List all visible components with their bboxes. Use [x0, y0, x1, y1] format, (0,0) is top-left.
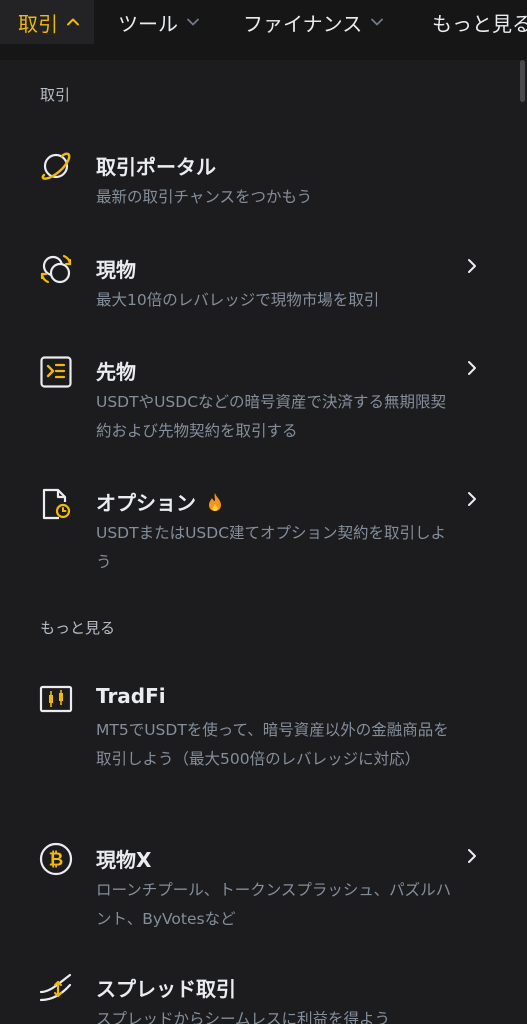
nav-item-tools[interactable]: ツール: [118, 0, 200, 44]
chevron-down-icon: [370, 15, 384, 29]
bitcoin-icon: ₿: [38, 841, 74, 877]
nav-item-label: ファイナンス: [243, 11, 363, 36]
menu-item-title: スプレッド取引: [96, 977, 236, 1001]
menu-item-title: 先物: [96, 360, 136, 384]
chevron-right-icon: [464, 258, 480, 274]
candlestick-icon: [38, 681, 74, 717]
spread-icon: [38, 970, 74, 1006]
menu-item-title: 取引ポータル: [96, 155, 216, 179]
menu-item-title: 現物: [96, 258, 136, 282]
menu-item-desc: 最大10倍のレバレッジで現物市場を取引: [96, 291, 380, 309]
menu-item-desc: 最新の取引チャンスをつかもう: [96, 188, 313, 206]
top-navigation: 取引 ツール ファイナンス もっと見る: [0, 0, 527, 60]
menu-item-title: 現物X: [96, 848, 152, 872]
chevron-right-icon: [464, 848, 480, 864]
nav-item-finance[interactable]: ファイナンス: [243, 0, 384, 44]
menu-item-title: オプション: [96, 487, 224, 516]
planet-icon: [38, 148, 74, 184]
nav-item-trade[interactable]: 取引: [0, 0, 94, 44]
section-title-trade: 取引: [40, 86, 71, 104]
menu-item-desc: USDTやUSDCなどの暗号資産で決済する無期限契約および先物契約を取引する: [96, 393, 447, 440]
scrollbar[interactable]: [520, 60, 525, 102]
menu-item-title-text: オプション: [96, 491, 196, 515]
spot-exchange-icon: [38, 251, 74, 287]
menu-item-trade-portal[interactable]: 取引ポータル 最新の取引チャンスをつかもう: [0, 151, 527, 211]
menu-item-spot[interactable]: 現物 最大10倍のレバレッジで現物市場を取引: [0, 254, 527, 314]
futures-icon: [38, 354, 74, 390]
menu-item-options[interactable]: オプション USDTまたはUSDC建てオプション契約を取引しよう: [0, 487, 527, 577]
menu-item-desc: MT5でUSDTを使って、暗号資産以外の金融商品を取引しよう（最大500倍のレバ…: [96, 721, 449, 768]
chevron-right-icon: [464, 491, 480, 507]
chevron-up-icon: [66, 15, 80, 29]
nav-item-label: もっと見る: [432, 11, 527, 36]
menu-item-desc: ローンチプール、トークンスプラッシュ、パズルハント、ByVotesなど: [96, 881, 452, 928]
options-icon: [38, 486, 74, 522]
menu-item-spread-trading[interactable]: スプレッド取引 スプレッドからシームレスに利益を得よう: [0, 973, 527, 1024]
menu-item-futures[interactable]: 先物 USDTやUSDCなどの暗号資産で決済する無期限契約および先物契約を取引す…: [0, 356, 527, 446]
svg-text:₿: ₿: [49, 850, 64, 871]
chevron-down-icon: [186, 15, 200, 29]
menu-item-desc: USDTまたはUSDC建てオプション契約を取引しよう: [96, 524, 447, 571]
nav-item-label: 取引: [18, 11, 58, 36]
nav-item-more[interactable]: もっと見る: [432, 0, 527, 44]
fire-icon: [206, 492, 224, 512]
menu-item-title: TradFi: [96, 684, 166, 708]
menu-item-desc: スプレッドからシームレスに利益を得よう: [96, 1010, 391, 1024]
chevron-right-icon: [464, 360, 480, 376]
nav-item-label: ツール: [118, 11, 178, 36]
menu-item-tradfi[interactable]: TradFi MT5でUSDTを使って、暗号資産以外の金融商品を取引しよう（最大…: [0, 684, 527, 804]
trade-dropdown-panel: 取引 取引ポータル 最新の取引チャンスをつかもう 現物 最大10倍のレバレッジで…: [0, 60, 527, 1024]
menu-item-spot-x[interactable]: ₿ 現物X ローンチプール、トークンスプラッシュ、パズルハント、ByVotesな…: [0, 841, 527, 934]
section-title-more: もっと見る: [40, 619, 116, 637]
